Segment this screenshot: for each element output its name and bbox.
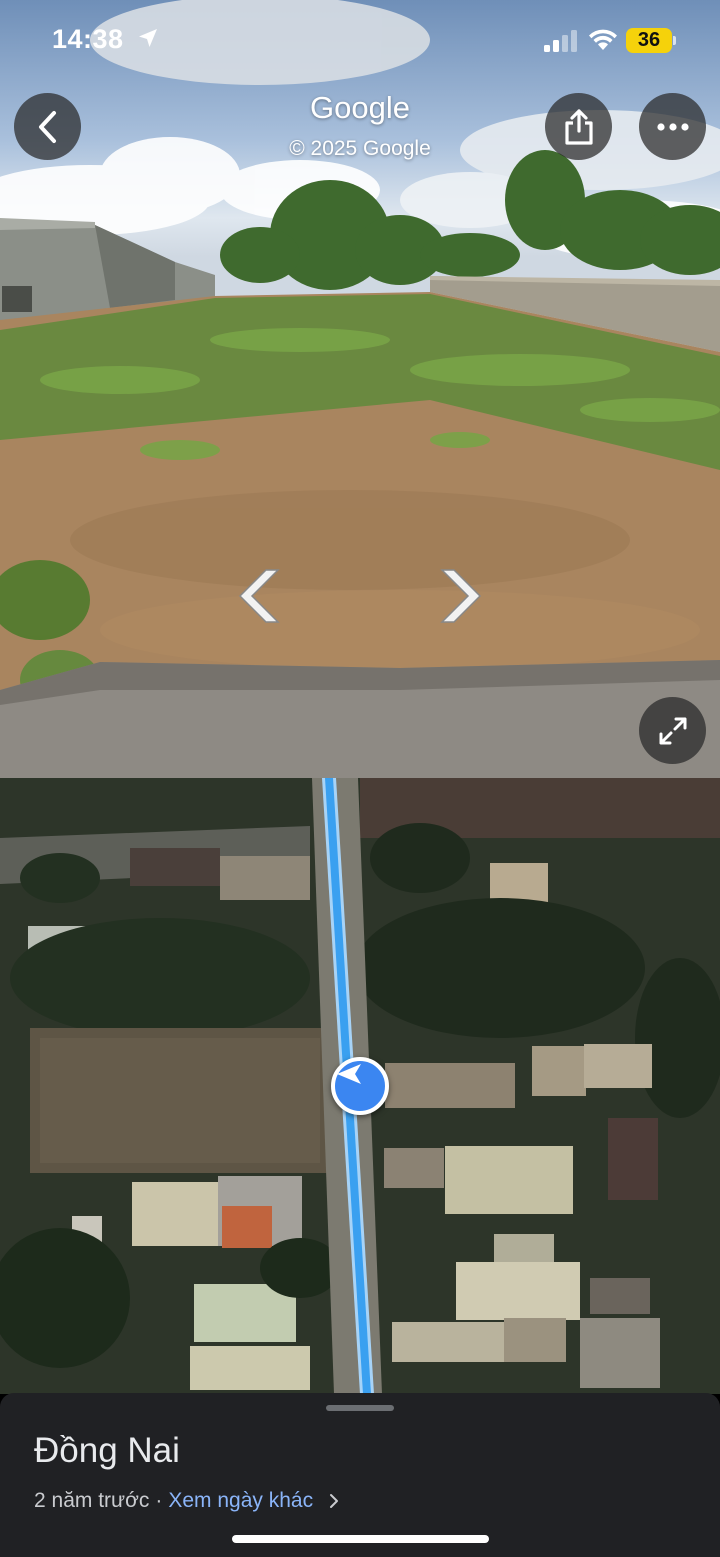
position-arrow-icon <box>337 1064 361 1084</box>
chevron-right-icon[interactable] <box>327 1493 341 1509</box>
imagery-date: 2 năm trước <box>34 1489 150 1512</box>
nav-arrow-left-icon[interactable] <box>234 566 284 626</box>
battery-icon: 36 <box>626 28 672 53</box>
sheet-grabber[interactable] <box>326 1405 394 1411</box>
current-position-marker[interactable] <box>331 1057 389 1115</box>
street-view-panorama[interactable]: 14:38 36 Google © 2025 Google <box>0 0 720 778</box>
chevron-left-icon <box>38 110 56 143</box>
share-button[interactable] <box>545 93 612 160</box>
separator-dot: · <box>155 1489 163 1512</box>
location-arrow-icon <box>139 29 157 47</box>
expand-button[interactable] <box>639 697 706 764</box>
bottom-sheet[interactable]: Đồng Nai 2 năm trước · Xem ngày khác <box>0 1393 720 1557</box>
status-bar: 14:38 36 <box>0 0 720 80</box>
battery-tip <box>673 36 676 45</box>
status-time: 14:38 <box>52 24 124 54</box>
place-name: Đồng Nai <box>34 1431 180 1470</box>
wifi-icon <box>589 29 617 50</box>
street-view-title: Google <box>310 90 410 125</box>
nav-arrow-right-icon[interactable] <box>436 566 486 626</box>
share-icon <box>564 108 593 145</box>
street-view-copyright: © 2025 Google <box>289 137 431 160</box>
other-dates-link[interactable]: Xem ngày khác <box>168 1489 313 1513</box>
imagery-date-row: 2 năm trước · Xem ngày khác <box>34 1489 341 1513</box>
back-button[interactable] <box>14 93 81 160</box>
more-options-button[interactable] <box>639 93 706 160</box>
home-indicator[interactable] <box>232 1535 489 1543</box>
expand-icon <box>659 717 686 744</box>
signal-icon <box>544 30 577 52</box>
more-horizontal-icon <box>656 122 689 131</box>
satellite-map[interactable] <box>0 778 720 1394</box>
